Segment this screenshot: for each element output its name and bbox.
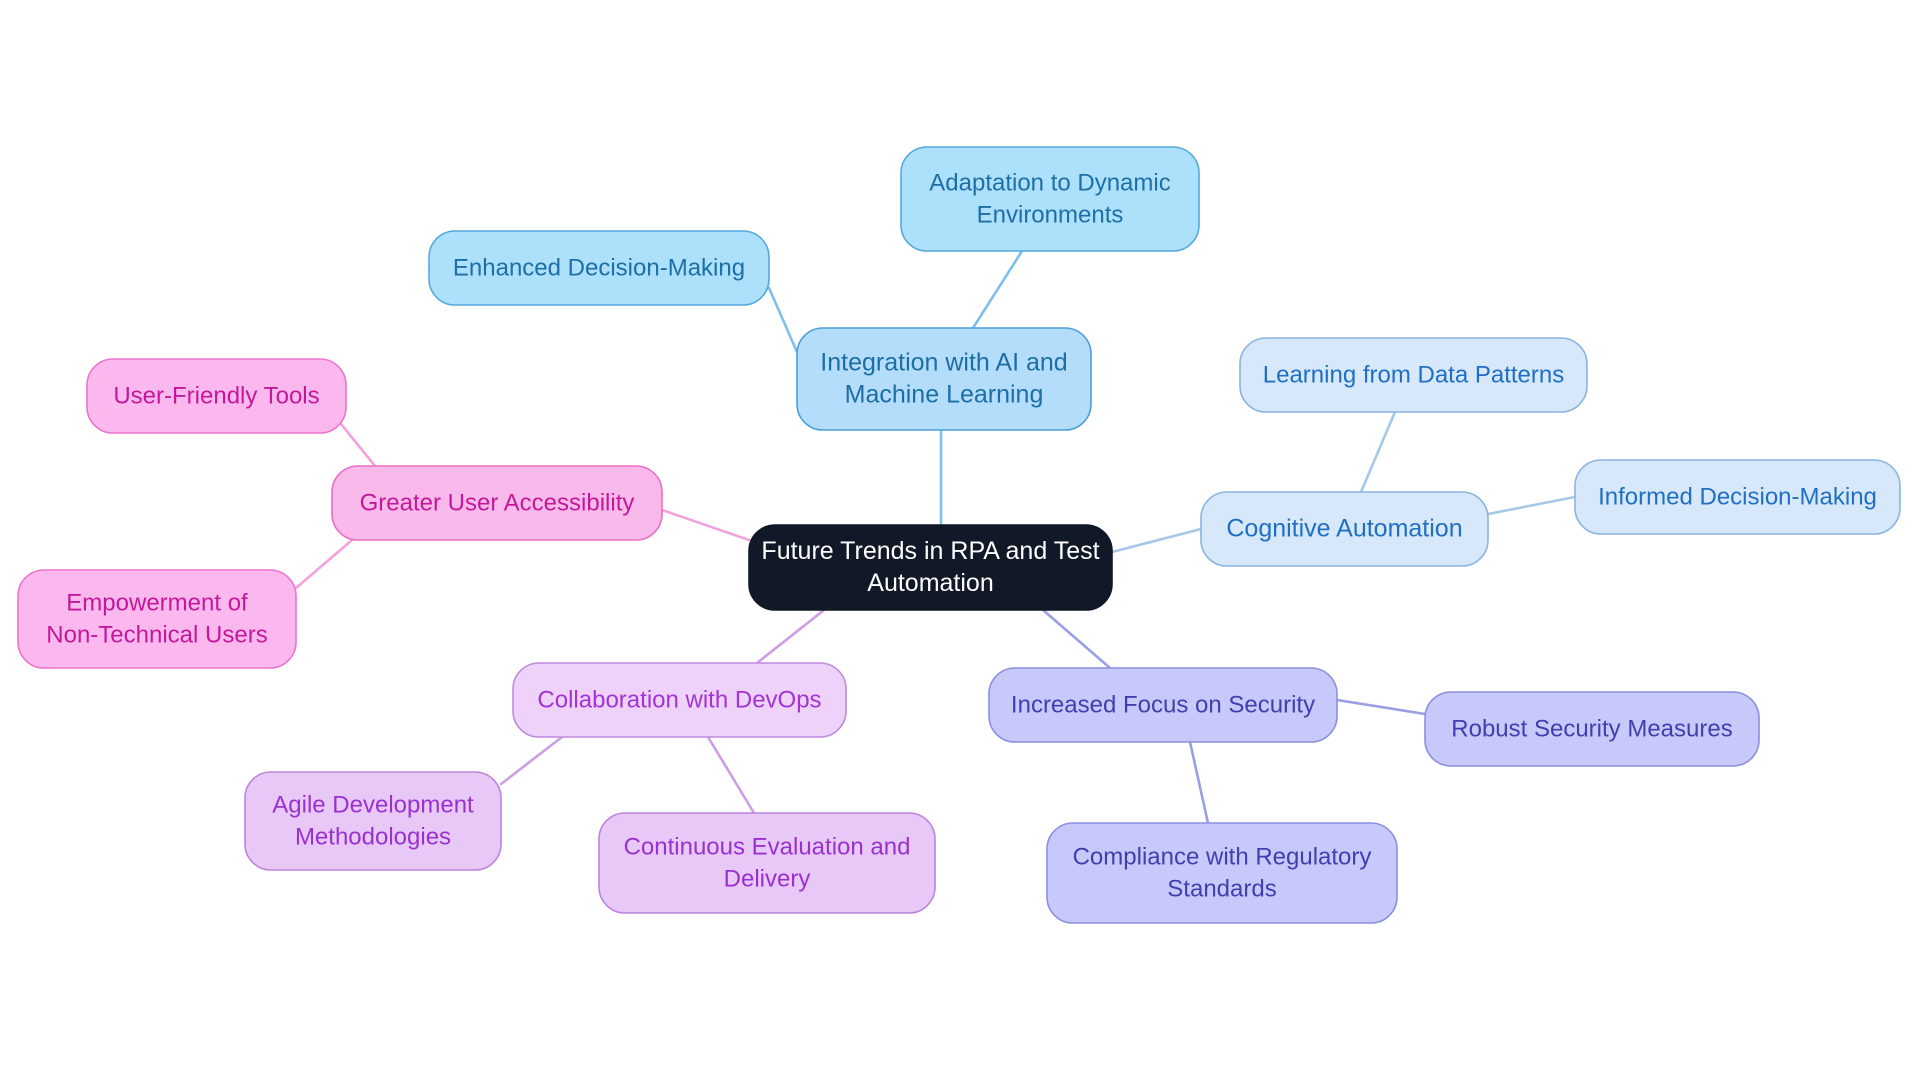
mindmap-node-collaboration-devops[interactable]: Collaboration with DevOps [512,662,847,738]
node-label2-agile-development-methodologies: Methodologies [295,823,451,850]
node-label-continuous-evaluation-delivery: Continuous Evaluation and [624,833,911,860]
node-label2-root: Automation [867,569,993,597]
node-label-agile-development-methodologies: Agile Development [272,791,474,818]
mindmap-canvas: Integration with AI and Machine Learning A… [0,0,1920,1083]
mindmap-node-root[interactable]: Future Trends in RPA and Test Automation [748,524,1113,611]
node-label-learning-data-patterns: Learning from Data Patterns [1263,361,1565,388]
nodes-layer: Integration with AI and Machine Learning A… [17,146,1901,924]
node-label-increased-focus-security: Increased Focus on Security [1011,691,1315,718]
node-label-root: Future Trends in RPA and Test [761,537,1099,565]
node-label-greater-user-accessibility: Greater User Accessibility [360,489,635,516]
node-label-collaboration-devops: Collaboration with DevOps [537,686,821,713]
mindmap-node-increased-focus-security[interactable]: Increased Focus on Security [988,667,1338,743]
mindmap-node-cognitive-automation[interactable]: Cognitive Automation [1200,491,1489,567]
mindmap-node-integration-ai-ml[interactable]: Integration with AI and Machine Learning [796,327,1092,431]
edge-security-compliance [1188,740,1210,825]
node-label2-compliance-regulatory-standards: Standards [1167,875,1276,902]
node-label2-adaptation-dynamic-environments: Environments [977,201,1124,228]
edge-devops-continuous [706,735,756,815]
mindmap-node-robust-security-measures[interactable]: Robust Security Measures [1424,691,1760,767]
node-label-adaptation-dynamic-environments: Adaptation to Dynamic [929,169,1170,196]
node-label-empowerment-non-technical-users: Empowerment of [66,589,248,616]
node-shape-continuous-evaluation-delivery [598,812,936,914]
mindmap-node-adaptation-dynamic-environments[interactable]: Adaptation to Dynamic Environments [900,146,1200,252]
edge-root-cognitive [1110,527,1203,554]
edge-security-robust [1335,698,1427,716]
node-label-compliance-regulatory-standards: Compliance with Regulatory [1073,843,1372,870]
edge-integration-adaptation [971,249,1024,330]
edge-root-devops [755,608,826,665]
mindmap-node-greater-user-accessibility[interactable]: Greater User Accessibility [331,465,663,541]
node-shape-empowerment-non-technical-users [17,569,297,669]
edge-root-accessibility [660,508,751,542]
node-shape-compliance-regulatory-standards [1046,822,1398,924]
mindmap-node-informed-decision-making[interactable]: Informed Decision-Making [1574,459,1901,535]
edge-devops-agile [499,735,564,786]
node-label2-integration-ai-ml: Machine Learning [845,381,1044,409]
mindmap-node-enhanced-decision-making[interactable]: Enhanced Decision-Making [428,230,770,306]
edge-integration-enhanced [767,286,799,354]
mindmap-node-agile-development-methodologies[interactable]: Agile Development Methodologies [244,771,502,871]
edge-root-security [1041,608,1112,670]
node-shape-agile-development-methodologies [244,771,502,871]
mindmap-node-user-friendly-tools[interactable]: User-Friendly Tools [86,358,347,434]
node-label-cognitive-automation: Cognitive Automation [1226,515,1462,543]
mindmap-node-empowerment-non-technical-users[interactable]: Empowerment of Non-Technical Users [17,569,297,669]
node-label2-continuous-evaluation-delivery: Delivery [724,865,811,892]
node-shape-adaptation-dynamic-environments [900,146,1200,252]
node-label-enhanced-decision-making: Enhanced Decision-Making [453,254,745,281]
edge-cognitive-informed [1486,495,1577,516]
mindmap-node-compliance-regulatory-standards[interactable]: Compliance with Regulatory Standards [1046,822,1398,924]
edge-cognitive-learning [1359,410,1397,494]
node-label-informed-decision-making: Informed Decision-Making [1598,483,1877,510]
node-shape-integration-ai-ml [796,327,1092,431]
node-label-robust-security-measures: Robust Security Measures [1451,715,1732,742]
node-label-user-friendly-tools: User-Friendly Tools [113,382,319,409]
mindmap-node-continuous-evaluation-delivery[interactable]: Continuous Evaluation and Delivery [598,812,936,914]
mindmap-svg: Integration with AI and Machine Learning A… [17,146,1901,924]
node-label2-empowerment-non-technical-users: Non-Technical Users [46,621,267,648]
edge-accessibility-empowerment [294,538,354,590]
node-label-integration-ai-ml: Integration with AI and [820,349,1067,377]
mindmap-node-learning-data-patterns[interactable]: Learning from Data Patterns [1239,337,1588,413]
